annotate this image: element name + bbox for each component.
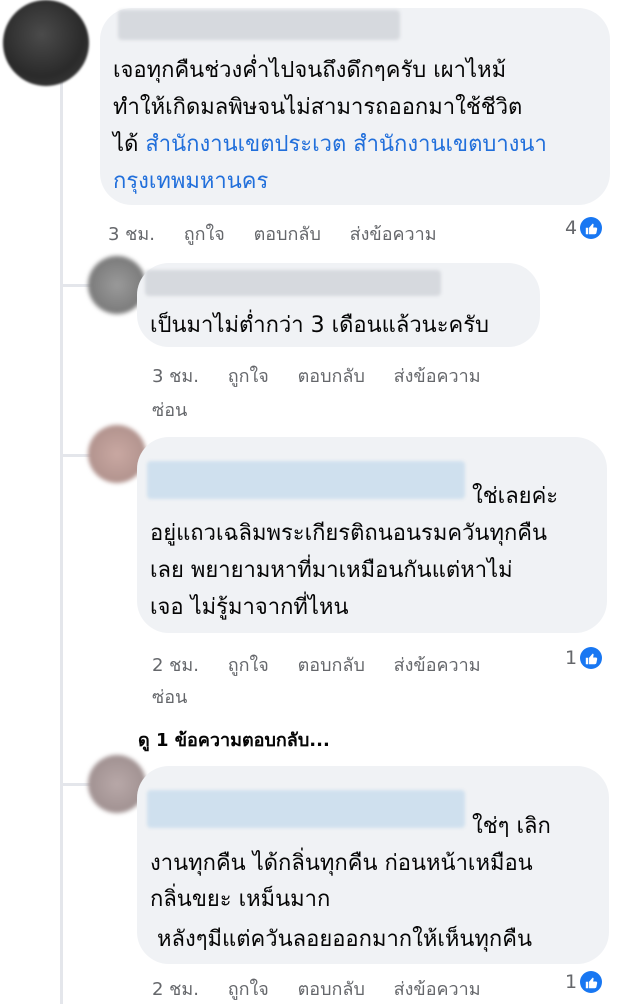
send-message-button[interactable]: ส่งข้อความ bbox=[394, 655, 481, 676]
like-button[interactable]: ถูกใจ bbox=[228, 366, 269, 387]
comment-bubble: เจอทุกคืนช่วงค่ำไปจนถึงดึกๆครับ เผาไหม้ … bbox=[100, 8, 610, 205]
author-name-redacted[interactable] bbox=[145, 270, 441, 296]
comment-text: เป็นมาไม่ต่ำกว่า 3 เดือนแล้วนะครับ bbox=[150, 313, 490, 338]
comment-text: กลิ่นขยะ เหม็นมาก bbox=[150, 887, 331, 912]
reply-button[interactable]: ตอบกลับ bbox=[298, 655, 365, 676]
view-replies-link[interactable]: ดู 1 ข้อความตอบกลับ... bbox=[138, 725, 330, 754]
thumbs-up-icon bbox=[580, 647, 603, 669]
comment-actions: 2 ชม. ถูกใจ ตอบกลับ ส่งข้อความ bbox=[152, 650, 504, 679]
comment-bubble: ใช่เลยค่ะ อยู่แถวเฉลิมพระเกียรติถนอนรมคว… bbox=[137, 437, 607, 633]
comment-text: ใช่เลยค่ะ bbox=[472, 484, 559, 509]
comment-actions: 3 ชม. ถูกใจ ตอบกลับ ส่งข้อความ bbox=[152, 361, 504, 390]
comment-actions: 2 ชม. ถูกใจ ตอบกลับ ส่งข้อความ bbox=[152, 974, 504, 1003]
comment-text: อยู่แถวเฉลิมพระเกียรติถนอนรมควันทุกคืน bbox=[150, 521, 548, 546]
like-button[interactable]: ถูกใจ bbox=[228, 979, 269, 1000]
like-button[interactable]: ถูกใจ bbox=[184, 224, 225, 245]
reaction-count[interactable]: 4 bbox=[565, 217, 603, 239]
avatar[interactable] bbox=[3, 0, 89, 86]
like-button[interactable]: ถูกใจ bbox=[228, 655, 269, 676]
comment-actions: 3 ชม. ถูกใจ ตอบกลับ ส่งข้อความ bbox=[108, 219, 460, 248]
timestamp[interactable]: 2 ชม. bbox=[152, 655, 199, 676]
page-tag-link[interactable]: สำนักงานเขตประเวต สำนักงานเขตบางนา bbox=[145, 132, 546, 157]
reaction-count[interactable]: 1 bbox=[565, 971, 603, 993]
hide-button[interactable]: ซ่อน bbox=[152, 395, 187, 424]
send-message-button[interactable]: ส่งข้อความ bbox=[394, 979, 481, 1000]
reply-button[interactable]: ตอบกลับ bbox=[298, 366, 365, 387]
timestamp[interactable]: 2 ชม. bbox=[152, 979, 199, 1000]
hide-button[interactable]: ซ่อน bbox=[152, 682, 187, 711]
send-message-button[interactable]: ส่งข้อความ bbox=[350, 224, 437, 245]
comment-text-line: ได้ สำนักงานเขตประเวต สำนักงานเขตบางนา bbox=[113, 126, 547, 163]
thumbs-up-icon bbox=[580, 971, 603, 993]
comment-text: งานทุกคืน ได้กลิ่นทุกคืน ก่อนหน้าเหมือน bbox=[150, 851, 533, 876]
send-message-button[interactable]: ส่งข้อความ bbox=[394, 366, 481, 387]
comment-text: ทำให้เกิดมลพิษจนไม่สามารถออกมาใช้ชีวิต bbox=[113, 95, 523, 120]
comment-bubble: เป็นมาไม่ต่ำกว่า 3 เดือนแล้วนะครับ bbox=[137, 263, 540, 347]
reply-button[interactable]: ตอบกลับ bbox=[298, 979, 365, 1000]
page-tag-link[interactable]: กรุงเทพมหานคร bbox=[113, 163, 268, 200]
comment-bubble: ใช่ๆ เลิก งานทุกคืน ได้กลิ่นทุกคืน ก่อนห… bbox=[137, 766, 609, 964]
thread-line bbox=[60, 70, 63, 1004]
reply-button[interactable]: ตอบกลับ bbox=[254, 224, 321, 245]
thumbs-up-icon bbox=[580, 217, 603, 239]
comment-text: ใช่ๆ เลิก bbox=[472, 814, 551, 839]
author-name-redacted[interactable] bbox=[147, 461, 465, 499]
reaction-count-value: 1 bbox=[565, 971, 578, 993]
comment-text: เจอทุกคืนช่วงค่ำไปจนถึงดึกๆครับ เผาไหม้ bbox=[113, 58, 507, 83]
reaction-count-value: 4 bbox=[565, 217, 578, 239]
comment-text: เจอ ไม่รู้มาจากที่ไหน bbox=[150, 595, 349, 620]
comment-text: หลังๆมีแต่ควันลอยออกมากให้เห็นทุกคืน bbox=[157, 927, 533, 952]
timestamp[interactable]: 3 ชม. bbox=[108, 224, 155, 245]
author-name-redacted[interactable] bbox=[147, 790, 465, 828]
comment-text: เลย พยายามหาที่มาเหมือนกันแต่หาไม่ bbox=[150, 558, 513, 583]
comment-text: ได้ bbox=[113, 132, 146, 157]
author-name-redacted[interactable] bbox=[118, 10, 400, 40]
reaction-count[interactable]: 1 bbox=[565, 647, 603, 669]
reaction-count-value: 1 bbox=[565, 647, 578, 669]
timestamp[interactable]: 3 ชม. bbox=[152, 366, 199, 387]
